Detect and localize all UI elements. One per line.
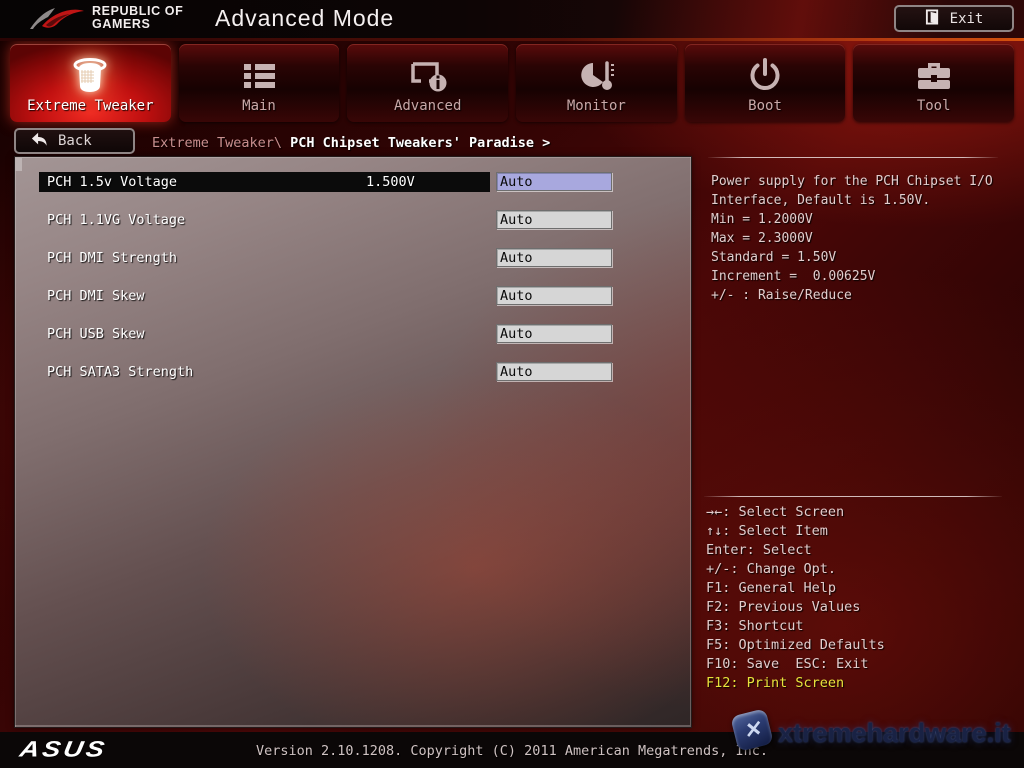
setting-option-select[interactable]: Auto [496,362,612,381]
help-description-line: Increment = 0.00625V [711,267,1017,286]
rog-logo-icon [28,3,86,39]
setting-label: PCH DMI Skew [47,288,145,304]
exit-label: Exit [950,11,984,27]
breadcrumb-parent[interactable]: Extreme Tweaker\ [152,135,290,151]
item-description: Power supply for the PCH Chipset I/OInte… [711,172,1017,305]
list-icon [179,53,340,99]
tab-advanced[interactable]: Advanced [347,44,508,122]
hotkey-hint: +/-: Change Opt. [706,560,1016,579]
hotkey-hint: F2: Previous Values [706,598,1016,617]
page-title: Advanced Mode [215,5,394,32]
settings-row-pch-dmi-strength: PCH DMI Strength Auto [15,248,691,268]
back-button[interactable]: Back [14,128,135,154]
settings-panel: PCH 1.5v Voltage1.500VAutoPCH 1.1VG Volt… [14,156,692,728]
gauge-thermometer-icon [516,53,677,99]
help-description-line: +/- : Raise/Reduce [711,286,1017,305]
watermark-x-icon: ✕ [730,708,774,752]
watermark: ✕ xtremehardware.it [726,706,1024,760]
help-description-line: Max = 2.3000V [711,229,1017,248]
settings-list: PCH 1.5v Voltage1.500VAutoPCH 1.1VG Volt… [15,172,691,382]
brand-text: REPUBLIC OF GAMERS [92,5,183,31]
hotkey-hint: F1: General Help [706,579,1016,598]
tab-label: Tool [853,98,1014,114]
tab-label: Extreme Tweaker [10,98,171,114]
settings-row-pch-1-5v-voltage: PCH 1.5v Voltage 1.500V Auto [15,172,691,192]
settings-row-pch-sata3-strength: PCH SATA3 Strength Auto [15,362,691,382]
watermark-text: xtremehardware.it [778,718,1011,749]
tab-extreme-tweaker[interactable]: Extreme Tweaker [10,44,171,122]
setting-current-value: 1.500V [366,174,415,190]
hotkey-hint: ↑↓: Select Item [706,522,1016,541]
tweaker-icon [10,53,171,99]
help-panel-divider-middle [704,496,1002,497]
exit-button[interactable]: Exit [894,5,1014,32]
setting-option-select[interactable]: Auto [496,324,612,343]
tab-monitor[interactable]: Monitor [516,44,677,122]
tab-boot[interactable]: Boot [685,44,846,122]
setting-label: PCH SATA3 Strength [47,364,193,380]
setting-label: PCH USB Skew [47,326,145,342]
help-description-line: Interface, Default is 1.50V. [711,191,1017,210]
help-description-line: Standard = 1.50V [711,248,1017,267]
help-panel-divider-top [708,157,998,158]
setting-option-select[interactable]: Auto [496,172,612,191]
setting-option-select[interactable]: Auto [496,248,612,267]
hotkey-hint: Enter: Select [706,541,1016,560]
setting-label: PCH 1.5v Voltage [47,174,177,190]
scrollbar-notch [15,158,22,171]
tab-bar: Extreme Tweaker Main Advanced Monitor Bo… [10,44,1014,122]
tab-label: Boot [685,98,846,114]
back-label: Back [58,133,92,149]
tab-label: Advanced [347,98,508,114]
hotkey-hint: →←: Select Screen [706,503,1016,522]
hotkey-legend: →←: Select Screen↑↓: Select ItemEnter: S… [706,503,1016,693]
settings-row-pch-1-1vg-voltage: PCH 1.1VG Voltage Auto [15,210,691,230]
tab-main[interactable]: Main [179,44,340,122]
help-description-line: Power supply for the PCH Chipset I/O [711,172,1017,191]
exit-door-icon [925,8,940,30]
setting-option-select[interactable]: Auto [496,286,612,305]
setting-label: PCH 1.1VG Voltage [47,212,185,228]
settings-row-pch-dmi-skew: PCH DMI Skew Auto [15,286,691,306]
toolbox-icon [853,53,1014,99]
header-accent-line [0,38,1024,41]
breadcrumb: Extreme Tweaker\ PCH Chipset Tweakers' P… [152,135,550,151]
setting-label: PCH DMI Strength [47,250,177,266]
breadcrumb-current: PCH Chipset Tweakers' Paradise > [290,135,550,151]
setting-option-select[interactable]: Auto [496,210,612,229]
power-icon [685,53,846,99]
header-bar: REPUBLIC OF GAMERS Advanced Mode Exit [0,0,1024,38]
tab-label: Monitor [516,98,677,114]
hotkey-hint: F5: Optimized Defaults [706,636,1016,655]
settings-row-pch-usb-skew: PCH USB Skew Auto [15,324,691,344]
hotkey-hint: F10: Save ESC: Exit [706,655,1016,674]
hotkey-hint: F3: Shortcut [706,617,1016,636]
tab-tool[interactable]: Tool [853,44,1014,122]
advanced-info-icon [347,53,508,99]
tab-label: Main [179,98,340,114]
back-arrow-icon [30,131,48,151]
hotkey-hint: F12: Print Screen [706,674,1016,693]
help-description-line: Min = 1.2000V [711,210,1017,229]
